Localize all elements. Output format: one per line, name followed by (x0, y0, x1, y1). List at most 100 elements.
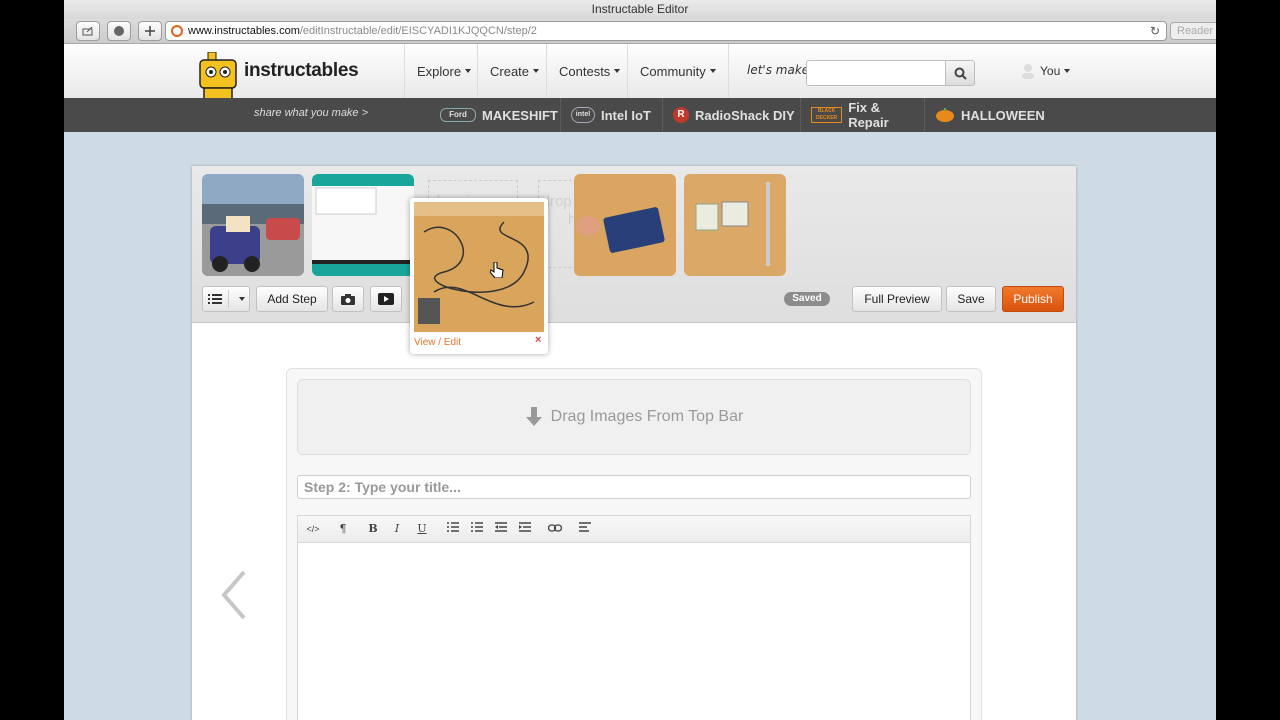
channel-label: Fix & Repair (848, 100, 889, 130)
full-preview-button[interactable]: Full Preview (852, 286, 942, 312)
channel-label: MAKESHIFT (482, 107, 558, 123)
user-menu[interactable]: You (1020, 63, 1071, 79)
screenshot-thumbnail-icon (312, 174, 414, 276)
dragged-image (414, 202, 544, 332)
history-button[interactable] (107, 21, 131, 41)
channel-label: Intel IoT (601, 107, 651, 123)
ordered-list-button[interactable] (466, 520, 488, 538)
remove-image-button[interactable]: × (535, 334, 541, 346)
previous-step-arrow-icon[interactable] (218, 568, 248, 622)
user-avatar-icon (1022, 64, 1034, 79)
url-bar[interactable]: www.instructables.com /editInstructable/… (165, 21, 1167, 41)
site-logo-text[interactable]: instructables (244, 60, 359, 82)
html-source-button[interactable]: </> (302, 520, 324, 538)
share-icon (82, 26, 93, 36)
channel-fix-repair[interactable]: BLACK DECKER Fix & Repair (800, 98, 922, 132)
underline-button[interactable]: U (411, 520, 433, 538)
bold-button[interactable]: B (362, 520, 384, 538)
new-tab-button[interactable] (138, 21, 162, 41)
nav-explore[interactable]: Explore (404, 44, 483, 98)
site-favicon-icon (171, 25, 183, 37)
caret-down-icon (1064, 69, 1071, 73)
search-input[interactable] (806, 60, 950, 86)
outdent-button[interactable] (490, 520, 512, 538)
editor-panel: drop images here drop images here (192, 166, 1076, 720)
unordered-list-button[interactable] (442, 520, 464, 538)
add-photo-button[interactable] (332, 286, 364, 312)
lets-make-label: let's make (747, 63, 810, 77)
step-body-editor[interactable] (297, 543, 971, 720)
search-icon (954, 67, 967, 80)
caret-down-icon (238, 297, 245, 301)
publish-button[interactable]: Publish (1002, 286, 1064, 312)
outdent-icon (495, 522, 507, 532)
reader-button[interactable]: Reader (1170, 22, 1216, 40)
user-label: You (1040, 64, 1061, 78)
align-left-icon (579, 522, 591, 532)
camera-icon (341, 294, 355, 305)
image-thumbnail[interactable] (684, 174, 786, 276)
channel-radioshack-diy[interactable]: R RadioShack DIY (662, 98, 802, 132)
nav-community[interactable]: Community (627, 44, 729, 98)
paragraph-format-button[interactable]: ¶ (332, 520, 354, 538)
image-thumbnail[interactable] (574, 174, 676, 276)
search-button[interactable] (945, 60, 975, 86)
caret-down-icon (709, 69, 716, 73)
nav-label: Explore (417, 63, 462, 79)
site-header: instructables Explore Create Contests Co… (64, 44, 1216, 120)
divider (227, 290, 229, 308)
intel-logo-icon: intel (571, 107, 595, 123)
radioshack-logo-icon: R (673, 107, 689, 123)
wifi-card-thumbnail-icon (684, 174, 786, 276)
caret-down-icon (533, 69, 540, 73)
cables-image-icon (414, 202, 544, 332)
insert-link-button[interactable] (544, 520, 566, 538)
nav-contests[interactable]: Contests (546, 44, 632, 98)
align-button[interactable] (574, 520, 596, 538)
browser-toolbar: www.instructables.com /editInstructable/… (64, 19, 1216, 44)
nav-label: Create (490, 63, 530, 79)
screen: Instructable Editor www.instructables.co… (64, 0, 1216, 720)
channel-label: HALLOWEEN (961, 107, 1045, 123)
board-hand-thumbnail-icon (574, 174, 676, 276)
channel-label: RadioShack DIY (695, 107, 795, 123)
add-step-button[interactable]: Add Step (256, 286, 328, 312)
step-list-button[interactable] (202, 286, 250, 312)
channel-makeshift[interactable]: Ford MAKESHIFT (430, 98, 560, 132)
rich-text-toolbar: </> ¶ B I U (297, 515, 971, 543)
caret-down-icon (465, 69, 472, 73)
save-button[interactable]: Save (946, 286, 996, 312)
step-editor: Drag Images From Top Bar Step 2: Type yo… (286, 368, 982, 720)
ford-logo-icon: Ford (440, 108, 476, 122)
image-top-bar: drop images here drop images here (192, 166, 1076, 323)
nav-label: Community (640, 63, 706, 79)
drop-zone-text: Drag Images From Top Bar (550, 408, 744, 425)
italic-button[interactable]: I (386, 520, 408, 538)
channel-intel-iot[interactable]: intel Intel IoT (560, 98, 660, 132)
list-icon (207, 294, 222, 304)
step-title-input[interactable]: Step 2: Type your title... (297, 475, 971, 499)
bullet-list-icon (447, 522, 459, 532)
plus-icon (145, 26, 155, 36)
url-domain: www.instructables.com (188, 25, 300, 37)
channel-bar: share what you make > Ford MAKESHIFT int… (64, 98, 1216, 132)
reload-icon[interactable]: ↻ (1150, 24, 1160, 38)
share-button[interactable] (76, 21, 100, 41)
nav-label: Contests (559, 63, 611, 79)
url-path: /editInstructable/edit/EISCYADI1KJQQCN/s… (299, 25, 537, 37)
add-video-button[interactable] (370, 286, 402, 312)
image-thumbnail[interactable] (202, 174, 304, 276)
image-drop-zone[interactable]: Drag Images From Top Bar (297, 379, 971, 455)
pumpkin-icon (936, 108, 954, 122)
nav-create[interactable]: Create (477, 44, 551, 98)
pointer-hand-icon (490, 262, 504, 278)
channel-halloween[interactable]: HALLOWEEN (924, 98, 1074, 132)
dragged-image-card[interactable]: View / Edit × (410, 198, 548, 354)
caret-down-icon (614, 69, 621, 73)
saved-badge: Saved (784, 292, 830, 306)
indent-button[interactable] (514, 520, 536, 538)
robot-cars-thumbnail-icon (202, 174, 304, 276)
view-edit-link[interactable]: View / Edit (414, 337, 461, 348)
image-thumbnail[interactable] (312, 174, 414, 276)
tagline-link[interactable]: share what you make > (254, 107, 368, 119)
